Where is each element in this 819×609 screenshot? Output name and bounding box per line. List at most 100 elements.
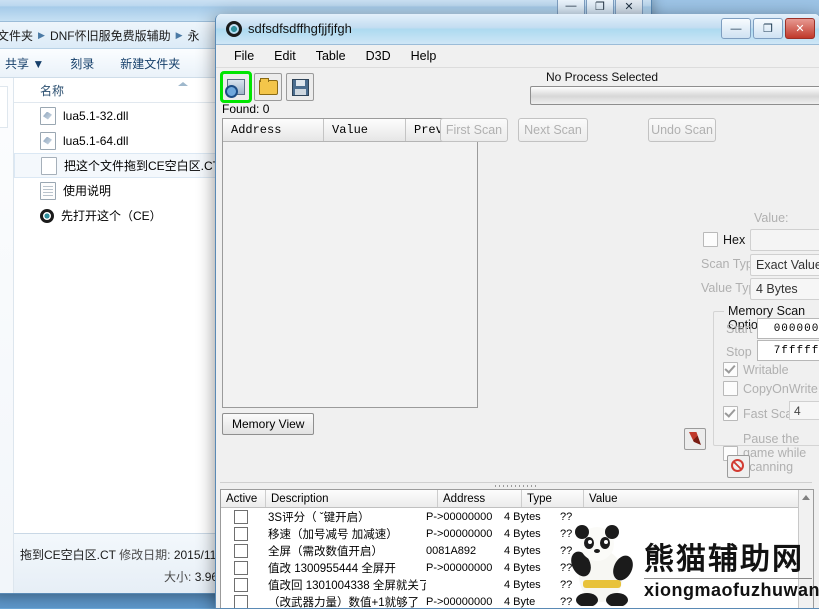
address-table-header: Active Description Address Type Value: [221, 490, 813, 508]
writable-checkbox[interactable]: Writable: [723, 362, 789, 377]
breadcrumb-item-1[interactable]: DNF怀旧服免费版辅助: [50, 27, 171, 44]
row-address: P->00000000: [426, 562, 504, 574]
dll-file-icon: [40, 107, 56, 125]
ce-minimize-button[interactable]: —: [721, 18, 751, 39]
row-type: 4 Bytes: [504, 511, 560, 523]
menu-file[interactable]: File: [224, 47, 264, 65]
nav-pane-item[interactable]: [0, 86, 8, 128]
share-menu-button[interactable]: 共享 ▼: [5, 55, 44, 72]
row-value: ??: [560, 579, 813, 591]
breadcrumb-item-0[interactable]: 文件夹: [0, 27, 33, 44]
table-row[interactable]: 3S评分（ ˇ键开启） P->00000000 4 Bytes ??: [221, 508, 813, 525]
save-file-button[interactable]: [286, 73, 314, 101]
hex-checkbox[interactable]: Hex: [703, 232, 745, 247]
new-folder-button[interactable]: 新建文件夹: [120, 55, 180, 72]
table-row[interactable]: 值改 1300955444 全屏开 P->00000000 4 Bytes ??: [221, 559, 813, 576]
row-description: 值改回 1301004338 全屏就关了(): [260, 577, 426, 593]
menu-help[interactable]: Help: [401, 47, 447, 65]
value-type-select[interactable]: 4 Bytes: [750, 278, 819, 300]
stop-label: Stop: [726, 345, 752, 359]
fast-scan-checkbox[interactable]: Fast Scan: [723, 406, 799, 421]
table-row[interactable]: 值改回 1301004338 全屏就关了() 4 Bytes ??: [221, 576, 813, 593]
cheat-engine-icon: [40, 208, 54, 224]
row-value: ??: [560, 511, 813, 523]
value-input[interactable]: [750, 229, 819, 251]
value-label: Value:: [754, 211, 789, 225]
row-active-checkbox[interactable]: [221, 510, 260, 524]
row-active-checkbox[interactable]: [221, 544, 260, 558]
hex-checkbox-box[interactable]: [703, 232, 718, 247]
memory-view-button[interactable]: Memory View: [222, 413, 314, 435]
address-table-scrollbar[interactable]: [798, 490, 813, 609]
process-status-label: No Process Selected: [546, 70, 658, 84]
navigation-pane[interactable]: [0, 78, 14, 594]
sort-ascending-icon: [178, 82, 188, 86]
scan-results-list[interactable]: Address Value Prev...: [222, 118, 478, 408]
address-table[interactable]: Active Description Address Type Value 3S…: [220, 489, 814, 609]
table-row[interactable]: 全屏（需改数值开启） 0081A892 4 Bytes ??: [221, 542, 813, 559]
ce-window-controls[interactable]: — ❐ ✕: [721, 18, 815, 39]
cheat-engine-window[interactable]: sdfsdfsdffhgfjjfjfgh — ❐ ✕ File Edit Tab…: [215, 14, 819, 609]
row-description: 3S评分（ ˇ键开启）: [260, 509, 426, 525]
row-active-checkbox[interactable]: [221, 527, 260, 541]
ce-menu-bar[interactable]: File Edit Table D3D Help: [216, 45, 819, 68]
copyonwrite-checkbox[interactable]: CopyOnWrite: [723, 381, 818, 396]
pointer-scan-button[interactable]: [684, 428, 706, 450]
copyonwrite-label: CopyOnWrite: [743, 382, 818, 396]
status-file-name: 拖到CE空白区.CT: [20, 548, 116, 562]
folder-open-icon: [259, 80, 278, 95]
file-name: lua5.1-64.dll: [63, 134, 128, 148]
scroll-up-arrow-icon[interactable]: [802, 495, 810, 500]
ct-file-icon: [41, 157, 57, 175]
ce-window-title: sdfsdfsdffhgfjjfjfgh: [248, 21, 352, 36]
row-address: P->00000000: [426, 528, 504, 540]
row-active-checkbox[interactable]: [221, 561, 260, 575]
writable-checkbox-box[interactable]: [723, 362, 738, 377]
ce-toolbar[interactable]: [222, 73, 314, 101]
menu-d3d[interactable]: D3D: [356, 47, 401, 65]
row-type: 4 Bytes: [504, 545, 560, 557]
row-active-checkbox[interactable]: [221, 595, 260, 609]
status-size-label: 大小:: [164, 570, 191, 584]
open-file-button[interactable]: [254, 73, 282, 101]
file-name: lua5.1-32.dll: [63, 109, 128, 123]
stop-scan-button[interactable]: [727, 455, 750, 478]
stop-address-input[interactable]: 7fffffffffffffff: [757, 340, 819, 361]
menu-table[interactable]: Table: [306, 47, 356, 65]
row-description: 值改 1300955444 全屏开: [260, 560, 426, 576]
row-description: 全屏（需改数值开启）: [260, 543, 426, 559]
text-file-icon: [40, 182, 56, 200]
start-label: Start: [726, 322, 752, 336]
open-process-button[interactable]: [222, 73, 250, 101]
ce-maximize-button[interactable]: ❐: [753, 18, 783, 39]
table-row[interactable]: 移速（加号减号 加减速） P->00000000 4 Bytes ??: [221, 525, 813, 542]
col-type: Type: [522, 490, 584, 507]
scan-results-header: Address Value Prev...: [223, 119, 477, 142]
row-type: 4 Bytes: [504, 528, 560, 540]
table-row[interactable]: （改武器力量）数值+1就够了 P->00000000 4 Byte ??: [221, 593, 813, 609]
start-address-input[interactable]: 0000000000000000: [757, 318, 819, 339]
row-value: ??: [560, 545, 813, 557]
row-description: （改武器力量）数值+1就够了: [260, 594, 426, 609]
breadcrumb-chevron-icon: ▶: [38, 30, 45, 41]
next-scan-button[interactable]: Next Scan: [518, 118, 588, 142]
value-type-value: 4 Bytes: [756, 282, 798, 296]
undo-scan-button[interactable]: Undo Scan: [648, 118, 716, 142]
row-active-checkbox[interactable]: [221, 578, 260, 592]
dll-file-icon: [40, 132, 56, 150]
menu-edit[interactable]: Edit: [264, 47, 306, 65]
first-scan-button[interactable]: First Scan: [440, 118, 508, 142]
row-address: 0081A892: [426, 545, 504, 557]
fast-scan-value-input[interactable]: 4: [789, 401, 819, 420]
col-address: Address: [438, 490, 522, 507]
scan-type-select[interactable]: Exact Value: [750, 254, 819, 276]
ce-close-button[interactable]: ✕: [785, 18, 815, 39]
ce-titlebar[interactable]: sdfsdfsdffhgfjjfjfgh — ❐ ✕: [216, 14, 819, 45]
copyonwrite-checkbox-box[interactable]: [723, 381, 738, 396]
row-description: 移速（加号减号 加减速）: [260, 526, 426, 542]
file-name: 先打开这个（CE）: [61, 207, 162, 224]
fast-scan-checkbox-box[interactable]: [723, 406, 738, 421]
process-select-icon: [227, 79, 245, 95]
breadcrumb-item-2[interactable]: 永: [188, 27, 200, 44]
burn-button[interactable]: 刻录: [70, 55, 94, 72]
